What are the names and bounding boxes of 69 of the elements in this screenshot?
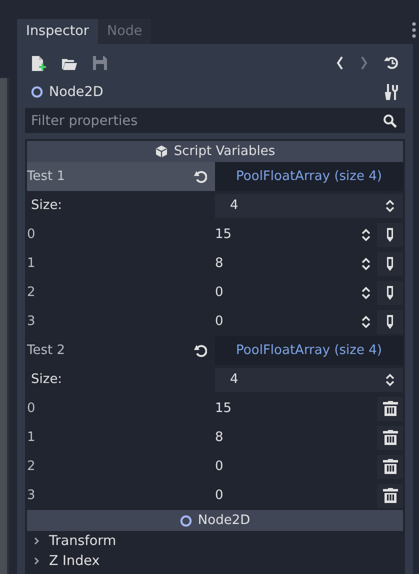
size-label: Size: (31, 198, 64, 213)
tools-icon[interactable] (385, 84, 399, 100)
element-index: 1 (27, 430, 36, 445)
property-group[interactable]: Transform (27, 531, 403, 551)
delete-button[interactable] (377, 426, 403, 450)
element-value[interactable]: 0 (215, 454, 377, 478)
property-group[interactable]: Z Index (27, 551, 403, 571)
search-icon (383, 114, 397, 128)
panel-tab[interactable]: Inspector (17, 19, 98, 44)
section-title: Node2D (198, 513, 250, 528)
edit-button[interactable] (377, 222, 403, 246)
delete-button[interactable] (377, 484, 403, 508)
back-icon[interactable] (336, 56, 344, 70)
element-index: 3 (27, 488, 36, 503)
pencil-icon (387, 286, 393, 300)
size-spinbox[interactable]: 4 (215, 194, 403, 218)
save-icon[interactable] (93, 56, 107, 70)
element-spinbox[interactable]: 0 (215, 280, 377, 304)
forward-icon[interactable] (360, 56, 368, 70)
section-title: Script Variables (174, 144, 276, 159)
pencil-icon (387, 314, 393, 328)
edit-button[interactable] (377, 280, 403, 304)
spin-arrows-icon[interactable] (385, 372, 395, 386)
folder-icon[interactable] (62, 56, 77, 70)
property-name: Test 1 (27, 169, 66, 184)
more-icon[interactable] (412, 22, 416, 38)
cube-icon (154, 145, 168, 158)
revert-icon[interactable] (194, 170, 207, 183)
element-index: 1 (27, 256, 36, 271)
array-value-button[interactable]: PoolFloatArray (size 4) (215, 162, 403, 191)
array-value-button[interactable]: PoolFloatArray (size 4) (215, 336, 403, 365)
delete-button[interactable] (377, 454, 403, 478)
property-name: Test 2 (27, 343, 66, 358)
trash-icon (382, 488, 398, 503)
spin-arrows-icon[interactable] (361, 228, 371, 242)
pencil-icon (387, 256, 393, 270)
delete-button[interactable] (377, 396, 403, 420)
size-label: Size: (31, 372, 64, 387)
trash-icon (382, 459, 398, 474)
element-spinbox[interactable]: 15 (215, 222, 377, 246)
element-value[interactable]: 15 (215, 396, 377, 420)
spin-arrows-icon[interactable] (361, 286, 371, 300)
element-index: 0 (27, 227, 36, 242)
filter-field[interactable]: Filter properties (25, 108, 405, 133)
node-circle-icon (180, 514, 192, 526)
edit-button[interactable] (377, 310, 403, 334)
revert-icon[interactable] (194, 344, 207, 357)
pencil-icon (387, 228, 393, 242)
element-spinbox[interactable]: 8 (215, 252, 377, 276)
spin-arrows-icon[interactable] (385, 198, 395, 212)
node-circle-icon (31, 86, 43, 98)
element-index: 3 (27, 314, 36, 329)
history-icon[interactable] (384, 56, 399, 70)
element-index: 2 (27, 285, 36, 300)
size-spinbox[interactable]: 4 (215, 368, 403, 392)
element-spinbox[interactable]: 0 (215, 310, 377, 334)
trash-icon (382, 401, 398, 416)
element-index: 2 (27, 459, 36, 474)
property-row[interactable]: Test 1 PoolFloatArray (size 4) (27, 162, 403, 191)
new-file-icon[interactable] (31, 54, 46, 72)
element-value[interactable]: 8 (215, 426, 377, 450)
property-row[interactable]: Test 2 PoolFloatArray (size 4) (27, 336, 403, 365)
trash-icon (382, 430, 398, 445)
node-name: Node2D (49, 84, 104, 100)
element-value[interactable]: 0 (215, 484, 377, 508)
edit-button[interactable] (377, 252, 403, 276)
spin-arrows-icon[interactable] (361, 256, 371, 270)
spin-arrows-icon[interactable] (361, 314, 371, 328)
element-index: 0 (27, 401, 36, 416)
